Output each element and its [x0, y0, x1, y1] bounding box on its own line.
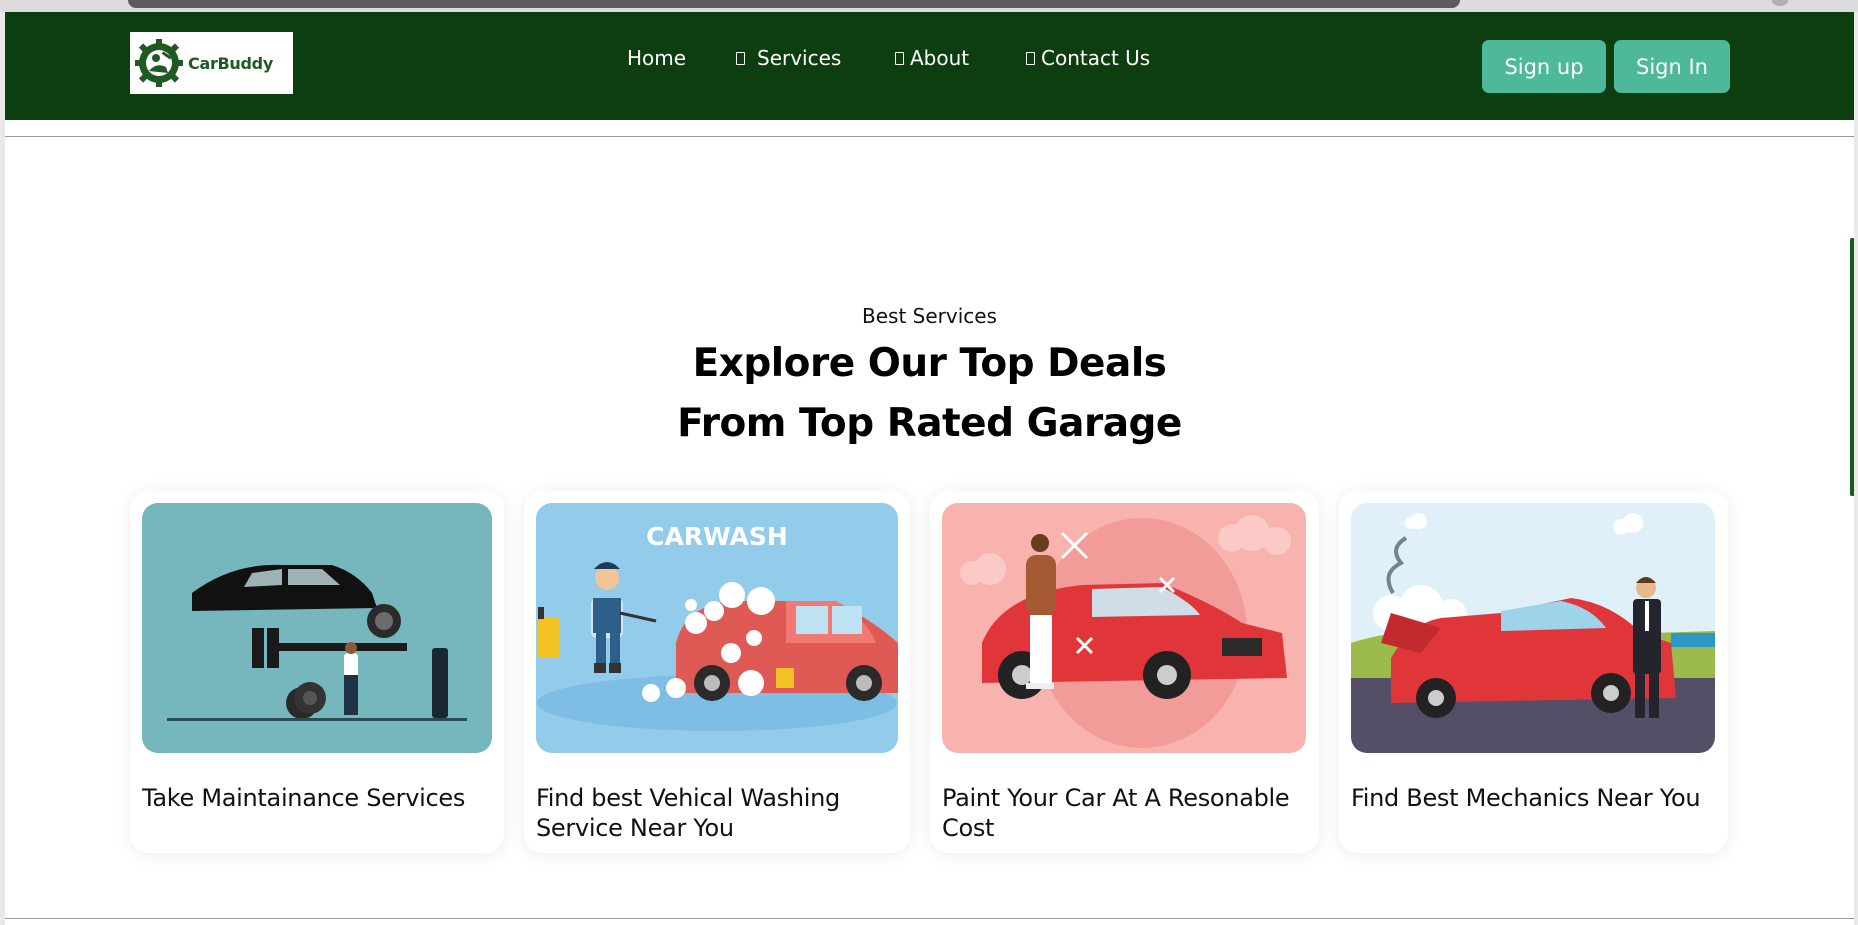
brand-name: CarBuddy: [188, 53, 273, 73]
browser-chrome: [0, 0, 1858, 12]
service-card-painting[interactable]: Paint Your Car At A Resonable Cost: [930, 491, 1319, 853]
page: CarBuddy Home Services About Contact Us …: [5, 12, 1854, 925]
browser-address-bar[interactable]: [128, 0, 1460, 8]
card-title: Take Maintainance Services: [142, 784, 466, 812]
sign-in-button[interactable]: Sign In: [1614, 40, 1730, 93]
about-icon: [895, 51, 904, 65]
gear-logo-icon: [135, 39, 183, 87]
nav-about[interactable]: About: [895, 46, 969, 70]
browser-profile-icon[interactable]: [1772, 0, 1788, 6]
section-heading-line2: From Top Rated Garage: [677, 401, 1182, 446]
services-icon: [736, 51, 745, 65]
section-heading-line1: Explore Our Top Deals: [692, 341, 1167, 386]
service-card-mechanics[interactable]: Find Best Mechanics Near You: [1339, 491, 1728, 853]
sign-up-button[interactable]: Sign up: [1482, 40, 1606, 93]
navbar: CarBuddy Home Services About Contact Us …: [5, 12, 1854, 120]
brand-logo[interactable]: CarBuddy: [130, 32, 293, 94]
nav-contact[interactable]: Contact Us: [1026, 46, 1150, 70]
nav-services-label: Services: [757, 46, 842, 70]
painting-illustration: [942, 503, 1306, 753]
service-card-washing[interactable]: CARWASH Find best Vehical Washing Servic…: [524, 491, 910, 853]
section-heading: Explore Our Top Deals From Top Rated Gar…: [5, 334, 1854, 454]
divider: [5, 136, 1854, 137]
carwash-illustration: CARWASH: [536, 503, 898, 753]
carwash-sign-text: CARWASH: [646, 522, 788, 551]
maintenance-illustration: [142, 503, 492, 753]
service-card-maintenance[interactable]: Take Maintainance Services: [130, 491, 504, 853]
mechanics-illustration: [1351, 503, 1715, 753]
card-title: Paint Your Car At A Resonable Cost: [942, 784, 1290, 842]
nav-services[interactable]: Services: [736, 46, 841, 70]
contact-icon: [1026, 51, 1035, 65]
card-title: Find Best Mechanics Near You: [1351, 784, 1701, 812]
nav-contact-label: Contact Us: [1041, 46, 1151, 70]
nav-about-label: About: [910, 46, 970, 70]
nav-home[interactable]: Home: [627, 46, 686, 70]
nav-home-label: Home: [627, 46, 687, 70]
divider: [5, 918, 1854, 919]
card-title: Find best Vehical Washing Service Near Y…: [536, 784, 840, 842]
section-subtitle: Best Services: [862, 304, 997, 328]
